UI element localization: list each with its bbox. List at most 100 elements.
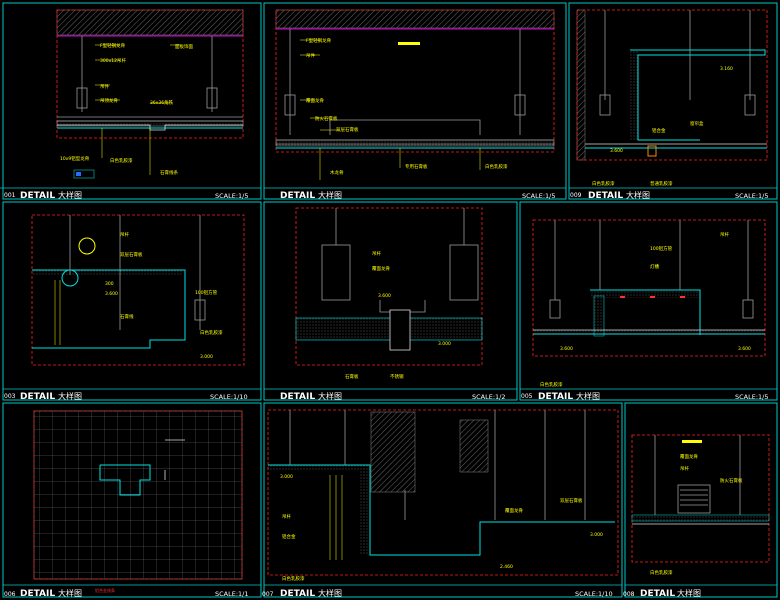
panel-subtitle: 大样图 xyxy=(58,391,82,401)
panel-frame xyxy=(263,201,518,401)
note: 白色乳胶漆 xyxy=(110,157,133,164)
panel-subtitle: 大样图 xyxy=(576,391,600,401)
note: 36x36角铁 xyxy=(150,99,174,106)
note: 普通乳胶漆 xyxy=(650,180,673,187)
note: 白色乳胶漆 xyxy=(540,381,563,388)
note: 白色乳胶漆 xyxy=(592,180,615,187)
detail-boundary xyxy=(275,9,555,153)
panel-title: DETAIL xyxy=(538,392,573,402)
panel-subtitle: 大样图 xyxy=(626,190,650,200)
note: 石膏线条 xyxy=(160,169,178,176)
panel-006: 铝合金线条 006 DETAIL 大样图 SCALE:1/1 xyxy=(2,402,262,599)
panel-number: 003 xyxy=(4,393,16,400)
panel-003: 300 3.600 3.000 吊杆 双层石膏板 100铝方管 白色乳胶漆 石膏… xyxy=(2,201,262,402)
note: 铝合金 xyxy=(652,127,666,134)
panel-subtitle: 大样图 xyxy=(318,391,342,401)
panel-title: DETAIL xyxy=(280,589,315,599)
note: 白色乳胶漆 xyxy=(650,569,673,576)
panel-title: DETAIL xyxy=(20,589,55,599)
panel-title: DETAIL xyxy=(640,589,675,599)
detail-boundary xyxy=(631,434,770,563)
note: 专用石膏板 xyxy=(405,163,428,170)
note: 白色乳胶漆 xyxy=(200,329,223,336)
note: 3.600 xyxy=(738,346,751,352)
note: 窗帘盒 xyxy=(690,120,704,127)
panel-scale: SCALE:1/1 xyxy=(215,590,249,598)
panel-subtitle: 大样图 xyxy=(318,190,342,200)
panel-frame xyxy=(519,201,778,401)
panel-005: 3.600 3.600 100铝方管 吊杆 白色乳胶漆 灯槽 005 DETAI… xyxy=(519,201,778,402)
note: 双层石膏板 xyxy=(120,251,143,258)
note: 3.160 xyxy=(720,66,733,72)
note: 木龙骨 xyxy=(330,169,344,176)
ceiling-slab xyxy=(275,9,555,29)
panel-subtitle: 大样图 xyxy=(318,588,342,598)
note: 吊杆 xyxy=(720,231,729,238)
note: 面板饰面 xyxy=(175,43,193,50)
note: 100铝方管 xyxy=(195,289,218,296)
panel-subtitle: 大样图 xyxy=(58,190,82,200)
panel-scale: SCALE:1/5 xyxy=(215,192,249,200)
detail-boundary xyxy=(267,409,619,576)
note: F型轻钢龙骨 xyxy=(100,42,126,49)
note: 3.000 xyxy=(200,354,213,360)
panel-scale: SCALE:1/5 xyxy=(522,192,556,200)
ceiling-slab xyxy=(56,9,244,36)
note: 覆面龙骨 xyxy=(372,265,390,272)
note: 双层石膏板 xyxy=(336,126,359,133)
note: 3.600 xyxy=(560,346,573,352)
note: 吊件 xyxy=(100,83,109,90)
note: 3.000 xyxy=(280,474,293,480)
note: 覆面龙骨 xyxy=(306,97,324,104)
panel-frame xyxy=(2,201,262,401)
note: 300x12吊杆 xyxy=(100,57,126,64)
note: F型轻钢龙骨 xyxy=(306,37,332,44)
note: 3.600 xyxy=(610,148,623,154)
panel-007: 2.460 3.000 3.000 吊杆 铝合金 覆面龙骨 双层石膏板 白色乳胶… xyxy=(262,402,623,599)
panel-004: 3.600 3.000 吊杆 覆面龙骨 石膏板 不锈钢 DETAIL 大样图 S… xyxy=(263,201,518,402)
note: 10x9铝型龙骨 xyxy=(60,155,90,162)
panel-title: DETAIL xyxy=(280,392,315,402)
panel-scale: SCALE:1/10 xyxy=(575,590,613,598)
note: 3.600 xyxy=(378,293,391,299)
note: 石膏板 xyxy=(345,373,359,380)
note: 吊杆 xyxy=(120,231,129,238)
panel-number: 007 xyxy=(262,591,274,598)
note: 铝合金 xyxy=(282,533,296,540)
note: 防火石膏板 xyxy=(720,477,743,484)
panel-scale: SCALE:1/5 xyxy=(735,393,769,401)
note: 白色乳胶漆 xyxy=(282,575,305,582)
panel-002: F型轻钢龙骨 吊件 覆面龙骨 防火石膏板 双层石膏板 木龙骨 专用石膏板 白色乳… xyxy=(263,2,567,201)
note: 3.600 xyxy=(105,291,118,297)
panel-number: 005 xyxy=(521,393,533,400)
note: 吊杆 xyxy=(282,513,291,520)
detail-boundary xyxy=(31,214,245,366)
note: 灯槽 xyxy=(650,263,659,270)
panel-scale: SCALE:1/2 xyxy=(472,393,506,401)
panel-number: 006 xyxy=(4,591,16,598)
note: 2.460 xyxy=(500,564,513,570)
note: 吊杆 xyxy=(680,465,689,472)
panel-title: DETAIL xyxy=(280,191,315,201)
panel-subtitle: 大样图 xyxy=(677,588,701,598)
panel-scale: SCALE:1/5 xyxy=(735,192,769,200)
note: 覆面龙骨 xyxy=(505,507,523,514)
panel-001: F型轻钢龙骨 300x12吊杆 吊件 吊顶龙骨 面板饰面 36x36角铁 10x… xyxy=(0,2,262,201)
note: 3.000 xyxy=(438,341,451,347)
cad-sheet: F型轻钢龙骨 300x12吊杆 吊件 吊顶龙骨 面板饰面 36x36角铁 10x… xyxy=(0,2,778,599)
note: 吊杆 xyxy=(372,250,381,257)
panel-title: DETAIL xyxy=(20,191,55,201)
note: 3.000 xyxy=(590,532,603,538)
detail-boundary xyxy=(576,9,768,161)
note: 吊顶龙骨 xyxy=(100,97,118,104)
note: 防火石膏板 xyxy=(315,115,338,122)
note: 100铝方管 xyxy=(650,245,673,252)
note: 双层石膏板 xyxy=(560,497,583,504)
panel-008: 覆面龙骨 吊杆 防火石膏板 白色乳胶漆 008 DETAIL 大样图 xyxy=(623,402,778,599)
panel-number: 008 xyxy=(623,591,635,598)
detail-boundary xyxy=(532,219,766,357)
panel-scale: SCALE:1/10 xyxy=(210,393,248,401)
note: 覆面龙骨 xyxy=(680,453,698,460)
panel-number: 001 xyxy=(4,192,16,199)
panel-title: DETAIL xyxy=(588,191,623,201)
